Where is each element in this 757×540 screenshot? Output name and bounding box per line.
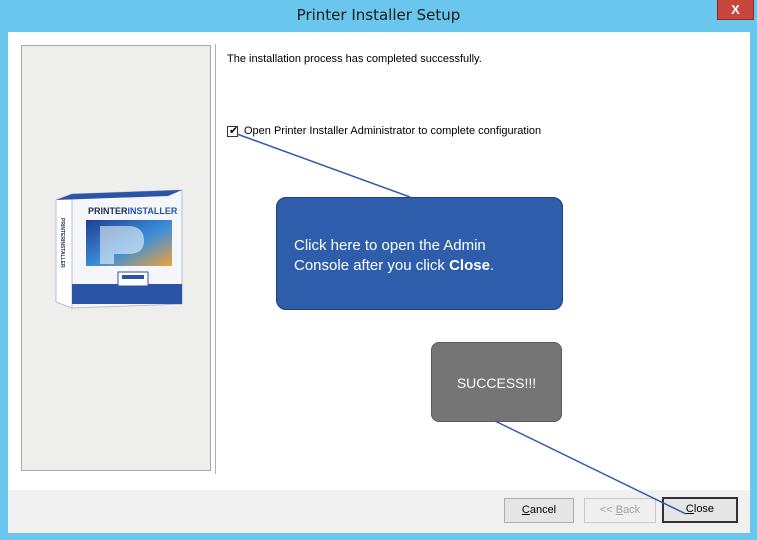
open-admin-checkbox-label[interactable]: Open Printer Installer Administrator to …: [244, 125, 541, 137]
admin-callout-line2-text: Console after you click: [294, 257, 450, 274]
back-prefix: <<: [599, 504, 616, 516]
back-button[interactable]: << Back: [584, 498, 656, 523]
admin-callout-period: .: [489, 257, 495, 274]
vertical-divider: [215, 44, 216, 474]
close-label: lose: [693, 503, 715, 515]
box-title-text: PRINTERINSTALLER: [88, 206, 178, 216]
cancel-mnemonic: C: [521, 504, 530, 516]
installer-window: Printer Installer Setup X PRINTERINSTALL…: [0, 0, 757, 540]
admin-callout-bold-close: Close: [449, 257, 490, 274]
checkmark-icon: ✔: [229, 125, 239, 137]
side-banner-panel: PRINTERINSTALLER PRINTERINSTALLER: [21, 45, 211, 471]
dialog-client-area: PRINTERINSTALLER PRINTERINSTALLER The in…: [8, 32, 750, 533]
window-title: Printer Installer Setup: [296, 6, 461, 24]
close-button[interactable]: Close: [662, 497, 738, 523]
success-callout: SUCCESS!!!: [431, 342, 562, 422]
back-label: ack: [623, 504, 641, 516]
admin-callout-line2: Console after you click Close.: [294, 256, 562, 276]
success-callout-text: SUCCESS!!!: [456, 375, 537, 391]
window-close-button[interactable]: X: [717, 0, 754, 20]
cancel-label: ancel: [529, 504, 557, 516]
admin-console-callout: Click here to open the Admin Console aft…: [276, 197, 563, 310]
close-icon: X: [731, 2, 740, 17]
close-mnemonic: C: [685, 503, 694, 515]
button-bar: Cancel << Back Close: [8, 490, 750, 533]
admin-callout-line1: Click here to open the Admin: [294, 237, 486, 254]
back-mnemonic: B: [615, 504, 624, 516]
product-box-image: PRINTERINSTALLER PRINTERINSTALLER: [55, 189, 183, 309]
open-admin-checkbox[interactable]: ✔: [227, 125, 239, 137]
cancel-button[interactable]: Cancel: [504, 498, 574, 523]
box-spine-text: PRINTERINSTALLER: [59, 218, 65, 268]
title-bar[interactable]: Printer Installer Setup X: [0, 0, 757, 32]
completion-message: The installation process has completed s…: [227, 53, 482, 65]
